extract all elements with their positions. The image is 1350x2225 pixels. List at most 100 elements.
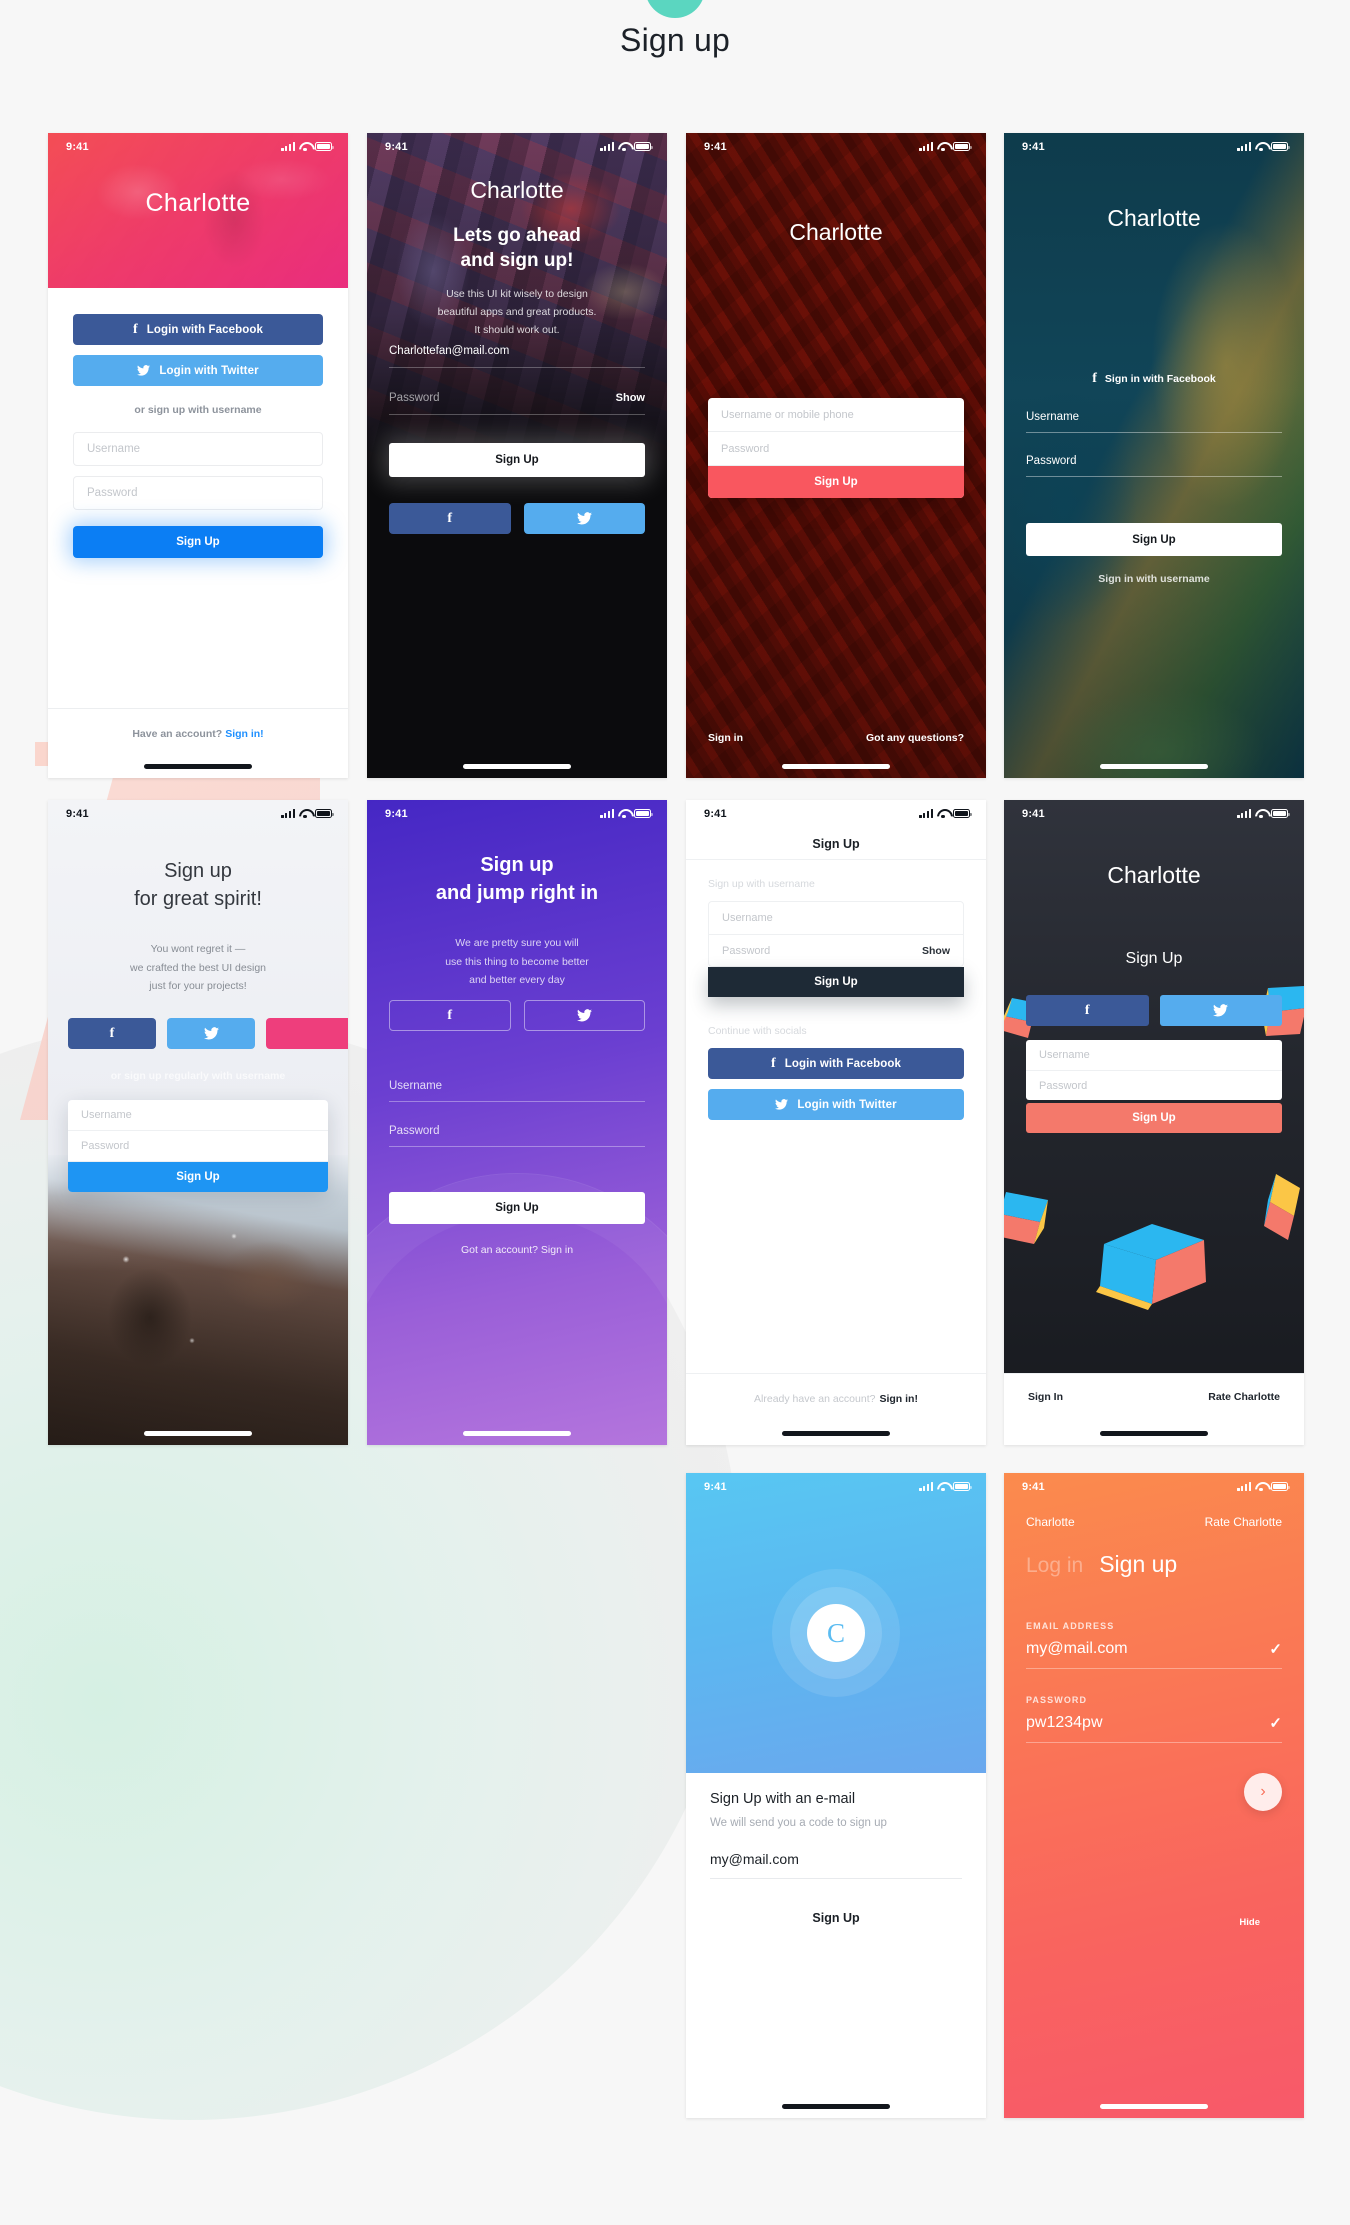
status-time: 9:41 — [385, 808, 408, 820]
hide-password-button[interactable]: Hide — [1239, 1917, 1260, 1928]
divider-label: or sign up regularly with username — [110, 1070, 286, 1082]
username-input[interactable]: Username — [73, 432, 323, 466]
status-time: 9:41 — [1022, 141, 1045, 153]
username-input[interactable]: Username — [68, 1100, 328, 1131]
facebook-login-button[interactable]: f — [68, 1018, 156, 1049]
twitter-login-button[interactable] — [523, 1000, 645, 1031]
brand-title: Charlotte — [789, 219, 883, 245]
twitter-login-button[interactable] — [1159, 995, 1282, 1026]
wifi-icon — [618, 809, 630, 819]
email-input[interactable]: my@mail.com — [710, 1851, 962, 1879]
twitter-login-button[interactable]: Login with Twitter — [708, 1089, 964, 1120]
headline: Sign up for great spirit! — [48, 858, 348, 913]
rate-link[interactable]: Rate Charlotte — [1208, 1391, 1280, 1403]
signup-button[interactable]: Sign Up — [708, 466, 964, 498]
password-label: Password — [389, 1125, 440, 1137]
facebook-login-button[interactable]: f — [1026, 995, 1149, 1026]
username-input[interactable]: Username — [389, 1080, 645, 1102]
subtitle-line-1: We are pretty sure you will — [455, 937, 579, 949]
password-input[interactable]: Password — [1026, 455, 1282, 477]
password-input[interactable]: Password — [73, 476, 323, 510]
username-input[interactable]: Username or mobile phone — [708, 398, 964, 432]
top-bar: Charlotte Rate Charlotte — [1026, 1515, 1282, 1529]
password-label: PASSWORD — [1026, 1695, 1088, 1705]
username-label: Username — [1026, 411, 1080, 423]
section-label-socials: Continue with socials — [708, 1025, 807, 1037]
screen-5-great-spirit: 9:41 Sign up for great spirit! You wont … — [48, 800, 348, 1445]
signup-button[interactable]: Sign Up — [73, 526, 323, 558]
facebook-login-button[interactable]: f — [389, 503, 511, 534]
password-input[interactable]: pw1234pw ✓ — [1026, 1714, 1282, 1743]
signup-button[interactable]: Sign Up — [686, 1911, 986, 1925]
status-bar: 9:41 — [1004, 133, 1304, 161]
subtitle-line-3: just for your projects! — [149, 980, 247, 993]
wifi-icon — [299, 809, 311, 819]
screen-9-email-code: 9:41 C Sign Up with an e-mail We will se… — [686, 1473, 986, 2118]
tab-login[interactable]: Log in — [1026, 1554, 1083, 1578]
facebook-login-button[interactable]: f Sign in with Facebook — [1004, 371, 1304, 387]
signal-icon — [1237, 1482, 1251, 1491]
twitter-login-button[interactable]: Login with Twitter — [73, 355, 323, 386]
signin-link[interactable]: Sign in — [708, 732, 743, 744]
signup-button[interactable]: Sign Up — [68, 1162, 328, 1192]
twitter-icon — [576, 1009, 592, 1022]
battery-icon — [1271, 142, 1290, 151]
next-button[interactable]: › — [1244, 1773, 1282, 1811]
password-input[interactable]: Password Show — [709, 934, 963, 966]
password-input[interactable]: Password — [389, 1125, 645, 1147]
home-indicator — [1100, 764, 1208, 769]
twitter-login-button[interactable] — [167, 1018, 255, 1049]
signup-button[interactable]: Sign Up — [1026, 1103, 1282, 1133]
signin-link[interactable]: Got an account? Sign in — [367, 1244, 667, 1256]
signin-link[interactable]: Sign in! — [225, 728, 264, 740]
signup-button[interactable]: Sign Up — [1026, 523, 1282, 556]
facebook-login-button[interactable]: f Login with Facebook — [73, 314, 323, 345]
twitter-icon — [775, 1099, 789, 1110]
username-input[interactable]: Username — [1026, 411, 1282, 433]
signin-link[interactable]: Sign In — [1028, 1391, 1063, 1403]
headline-line-2: and jump right in — [435, 881, 599, 904]
email-input[interactable]: Charlottefan@mail.com — [389, 345, 645, 368]
home-indicator — [1100, 1431, 1208, 1436]
password-input[interactable]: Password — [708, 432, 964, 466]
show-password-button[interactable]: Show — [922, 945, 950, 957]
password-input[interactable]: Password — [68, 1131, 328, 1162]
signup-button[interactable]: Sign Up — [389, 1192, 645, 1224]
wifi-icon — [937, 142, 949, 152]
show-password-button[interactable]: Show — [616, 392, 645, 404]
tab-signup[interactable]: Sign up — [1099, 1551, 1177, 1578]
questions-link[interactable]: Got any questions? — [866, 732, 964, 744]
signup-button[interactable]: Sign Up — [708, 967, 964, 997]
username-placeholder: Username — [1039, 1049, 1090, 1061]
username-input[interactable]: Username — [1026, 1040, 1282, 1070]
headline-line-1: Sign up — [164, 860, 232, 882]
facebook-login-label: Sign in with Facebook — [1104, 373, 1216, 385]
email-input[interactable]: my@mail.com ✓ — [1026, 1640, 1282, 1669]
home-indicator — [782, 1431, 890, 1436]
twitter-login-button[interactable] — [523, 503, 645, 534]
battery-icon — [634, 142, 653, 151]
brand-title: Charlotte — [1026, 1515, 1075, 1529]
email-value: my@mail.com — [710, 1851, 799, 1867]
rate-link[interactable]: Rate Charlotte — [1205, 1515, 1282, 1529]
password-input[interactable]: Password — [1026, 1070, 1282, 1100]
twitter-icon — [1213, 1004, 1229, 1017]
instagram-login-button[interactable] — [266, 1018, 348, 1049]
facebook-login-button[interactable]: f — [389, 1000, 511, 1031]
signin-link[interactable]: Sign in! — [879, 1393, 918, 1405]
check-icon: ✓ — [1269, 1641, 1282, 1658]
wifi-icon — [299, 142, 311, 152]
headline-line-2: for great spirit! — [134, 887, 262, 910]
credentials-card: Username Password Show — [708, 901, 964, 967]
battery-icon — [634, 809, 653, 818]
signin-with-username-link[interactable]: Sign in with username — [1004, 573, 1304, 585]
divider-label: or sign up with username — [134, 404, 262, 416]
subtitle: We are pretty sure you will use this thi… — [393, 934, 641, 990]
signal-icon — [919, 1482, 933, 1491]
facebook-login-button[interactable]: f Login with Facebook — [708, 1048, 964, 1079]
battery-icon — [315, 809, 334, 818]
password-input[interactable]: Password Show — [389, 392, 645, 415]
signup-button[interactable]: Sign Up — [389, 443, 645, 477]
status-time: 9:41 — [704, 1481, 727, 1493]
username-input[interactable]: Username — [709, 902, 963, 934]
